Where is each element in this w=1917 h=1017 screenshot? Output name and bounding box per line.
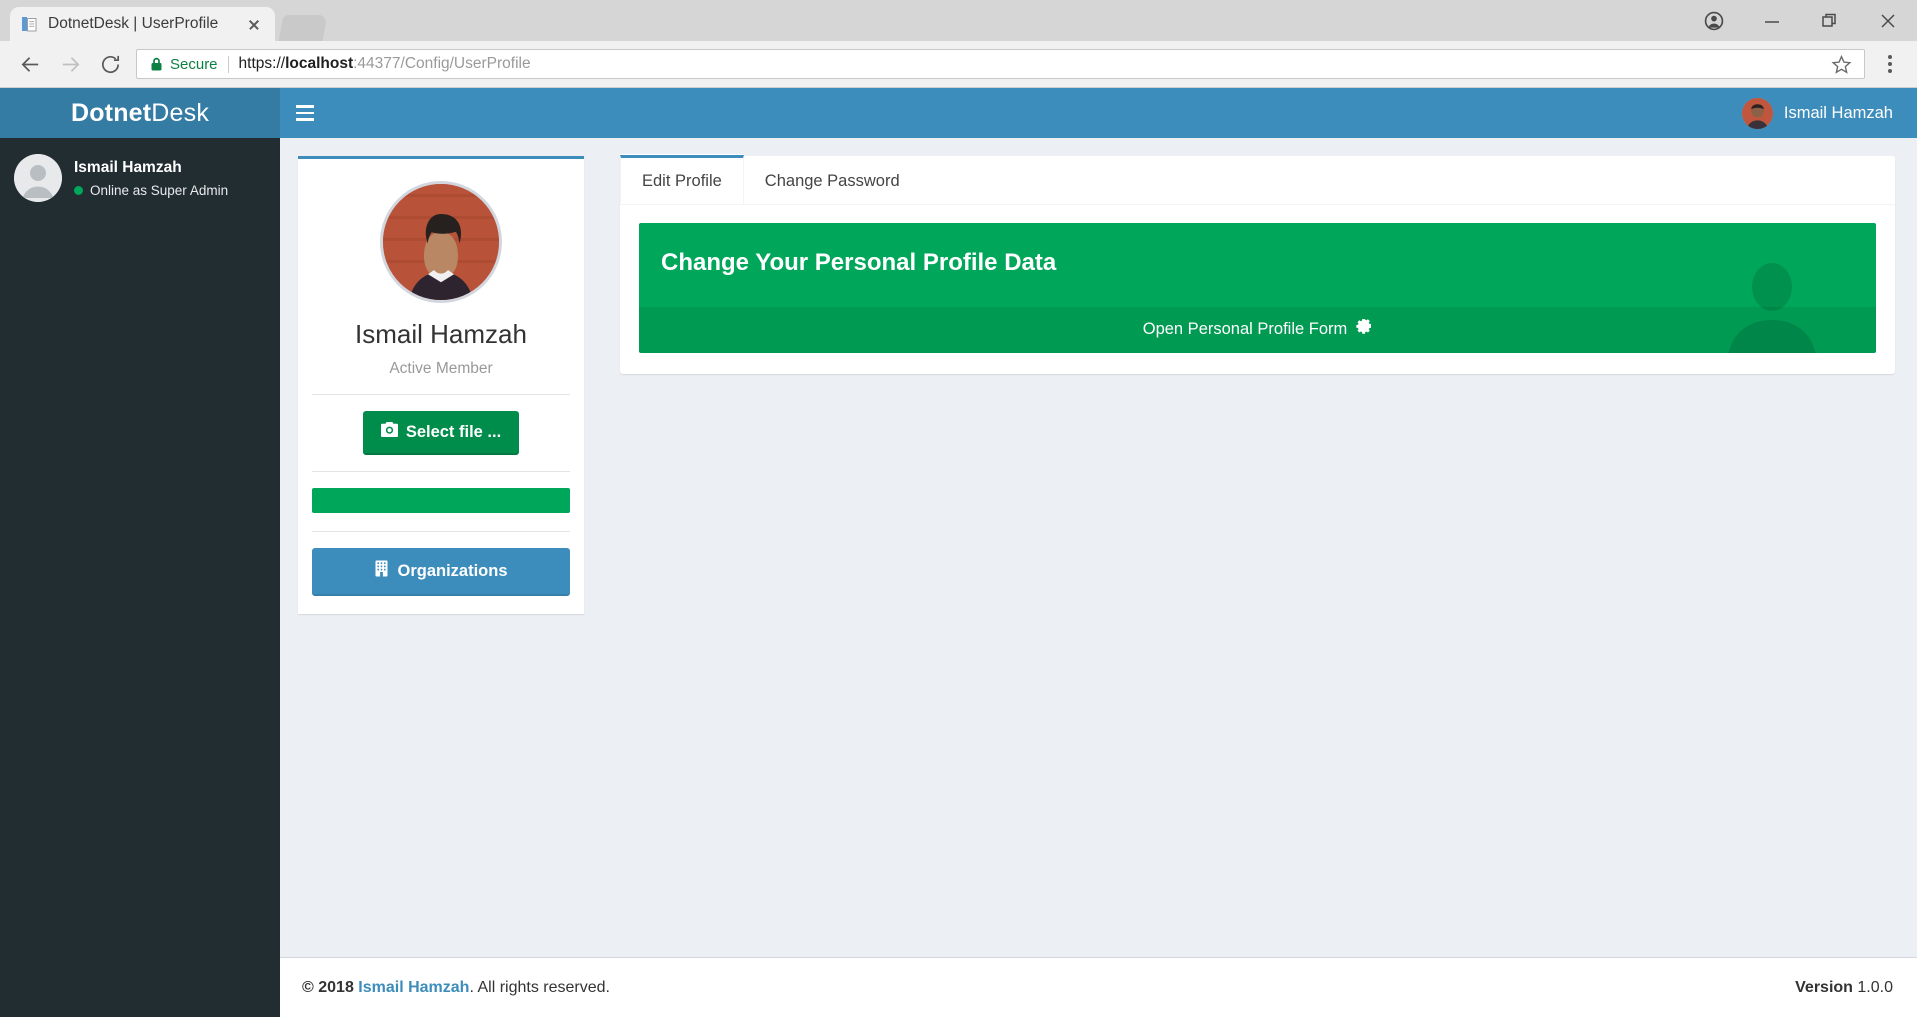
select-file-button[interactable]: Select file ... xyxy=(362,411,520,455)
profile-description: Active Member xyxy=(389,360,493,377)
restore-window-icon[interactable] xyxy=(1801,0,1859,41)
sidebar: DotnetDesk Ismail Hamzah Online as Super… xyxy=(0,88,280,1017)
open-personal-profile-form-link[interactable]: Open Personal Profile Form xyxy=(1143,319,1373,340)
three-dots-menu-icon[interactable] xyxy=(1873,55,1907,73)
navbar-user-name: Ismail Hamzah xyxy=(1783,103,1893,122)
building-icon xyxy=(374,560,389,582)
close-icon[interactable] xyxy=(243,13,265,35)
browser-window: DotnetDesk | UserProfile Secure https://… xyxy=(0,0,1917,1017)
footer-version-number: 1.0.0 xyxy=(1857,978,1893,996)
sidebar-logo[interactable]: DotnetDesk xyxy=(0,88,280,138)
secure-label: Secure xyxy=(170,55,218,73)
online-status-dot-icon xyxy=(74,185,83,195)
upload-progress-wrapper xyxy=(312,472,570,531)
main-content: Ismail Hamzah Active Member Select file … xyxy=(280,138,1917,957)
new-tab-icon[interactable] xyxy=(278,15,328,41)
tab-content: Change Your Personal Profile Data Open P… xyxy=(620,205,1895,374)
app-logo-text: DotnetDesk xyxy=(71,99,209,128)
close-window-icon[interactable] xyxy=(1859,0,1917,41)
profile-data-widget: Change Your Personal Profile Data Open P… xyxy=(639,223,1876,353)
address-bar-url: https://localhost:44377/Config/UserProfi… xyxy=(238,55,531,72)
hamburger-menu-icon[interactable] xyxy=(280,88,330,138)
browser-tab[interactable]: DotnetDesk | UserProfile xyxy=(10,7,275,41)
minimize-icon[interactable] xyxy=(1743,0,1801,41)
profile-photo-wrapper xyxy=(312,175,570,307)
organizations-button[interactable]: Organizations xyxy=(312,548,570,596)
user-photo-avatar xyxy=(1741,97,1773,129)
browser-tab-title: DotnetDesk | UserProfile xyxy=(48,15,219,32)
logo-bold: Dotnet xyxy=(70,98,152,127)
navbar-user-menu[interactable]: Ismail Hamzah xyxy=(1741,97,1917,129)
profile-username: Ismail Hamzah xyxy=(355,319,527,349)
tab-change-password[interactable]: Change Password xyxy=(744,155,921,204)
profile-card: Ismail Hamzah Active Member Select file … xyxy=(298,156,584,614)
application-page: DotnetDesk Ismail Hamzah Online as Super… xyxy=(0,88,1917,1017)
top-navbar: Ismail Hamzah xyxy=(280,88,1917,138)
tabs-header: Edit Profile Change Password xyxy=(620,155,1895,205)
sidebar-user-name: Ismail Hamzah xyxy=(74,158,182,176)
organizations-label: Organizations xyxy=(397,561,508,580)
content-wrapper: Ismail Hamzah Ismail Hamzah Active Membe… xyxy=(280,88,1917,1017)
sidebar-user-status-label: Online as Super Admin xyxy=(90,182,229,198)
upload-progress-bar xyxy=(312,488,570,513)
tab-edit-profile-label: Edit Profile xyxy=(642,172,722,190)
widget-header: Change Your Personal Profile Data xyxy=(639,223,1876,307)
address-bar[interactable]: Secure https://localhost:44377/Config/Us… xyxy=(136,49,1865,79)
select-file-label: Select file ... xyxy=(405,422,502,441)
browser-toolbar: Secure https://localhost:44377/Config/Us… xyxy=(0,41,1917,88)
select-file-row: Select file ... xyxy=(312,395,570,471)
browser-tabstrip: DotnetDesk | UserProfile xyxy=(0,0,1917,41)
logo-light: Desk xyxy=(151,98,210,127)
sidebar-user-panel: Ismail Hamzah Online as Super Admin xyxy=(0,138,280,218)
star-icon[interactable] xyxy=(1831,54,1856,75)
lock-icon xyxy=(149,56,164,72)
widget-footer: Open Personal Profile Form xyxy=(639,307,1876,353)
user-account-icon[interactable] xyxy=(1685,0,1743,41)
reload-icon[interactable] xyxy=(90,44,130,84)
footer-version: Version 1.0.0 xyxy=(1795,979,1893,997)
back-arrow-icon[interactable] xyxy=(10,44,50,84)
tabs-panel: Edit Profile Change Password Change Your… xyxy=(620,155,1895,374)
tab-change-password-label: Change Password xyxy=(764,172,900,190)
widget-title: Change Your Personal Profile Data xyxy=(661,249,1057,276)
default-user-avatar-icon xyxy=(14,154,62,202)
document-pages-icon xyxy=(20,15,38,33)
omnibox-divider xyxy=(227,55,229,73)
sidebar-user-meta: Ismail Hamzah Online as Super Admin xyxy=(74,159,228,198)
footer-copyright: © 2018 Ismail Hamzah. All rights reserve… xyxy=(302,979,610,997)
app-footer: © 2018 Ismail Hamzah. All rights reserve… xyxy=(280,957,1917,1017)
footer-author-link[interactable]: Ismail Hamzah xyxy=(358,979,469,996)
window-controls xyxy=(1685,0,1917,41)
footer-rights-text: . All rights reserved. xyxy=(469,978,610,996)
user-profile-photo xyxy=(380,181,502,303)
camera-icon xyxy=(380,422,398,442)
copyright-symbol: © xyxy=(302,978,314,996)
footer-version-label: Version xyxy=(1795,978,1853,996)
footer-year: 2018 xyxy=(318,978,354,996)
forward-arrow-icon xyxy=(50,44,90,84)
open-personal-profile-form-label: Open Personal Profile Form xyxy=(1142,320,1348,338)
tab-edit-profile[interactable]: Edit Profile xyxy=(620,155,744,204)
organizations-wrapper: Organizations xyxy=(312,532,570,596)
sidebar-user-status: Online as Super Admin xyxy=(74,183,228,198)
gear-icon xyxy=(1356,319,1372,340)
